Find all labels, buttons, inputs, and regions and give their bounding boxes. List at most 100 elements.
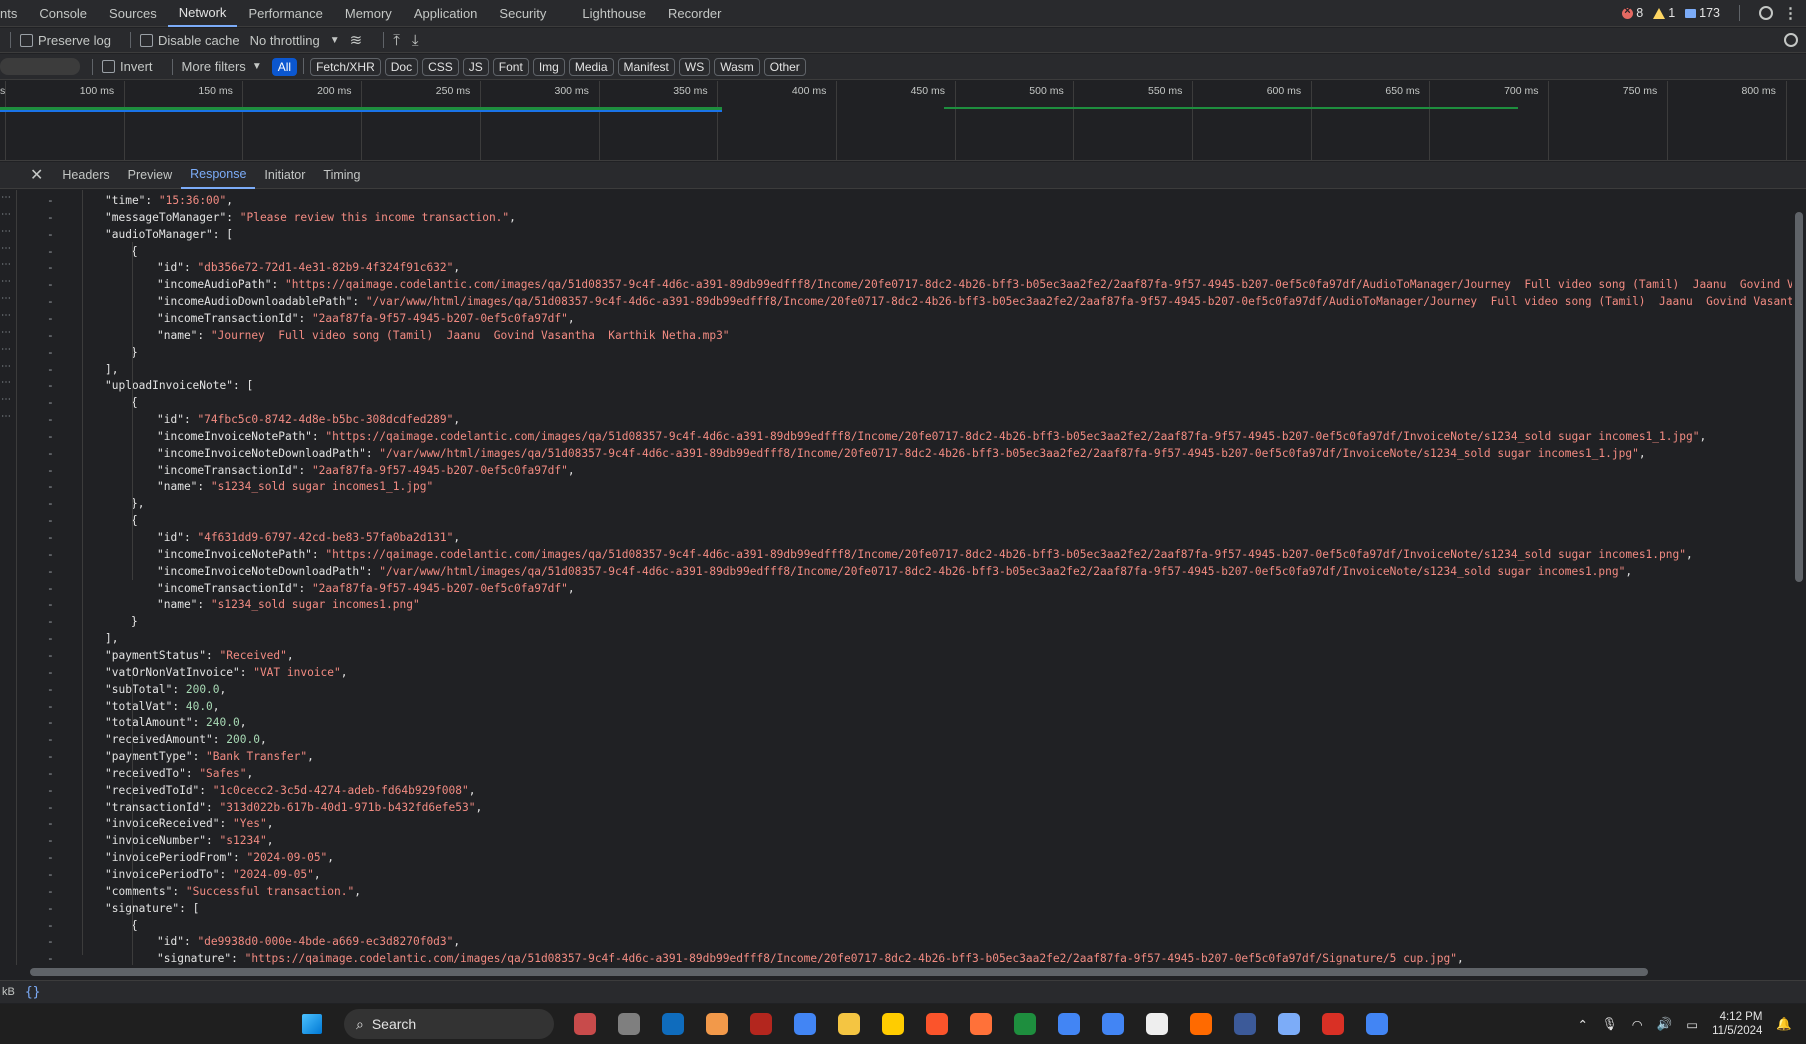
filter-input[interactable] — [0, 58, 80, 75]
preserve-log-checkbox[interactable]: Preserve log — [20, 33, 111, 48]
clock[interactable]: 4:12 PM 11/5/2024 — [1712, 1010, 1762, 1038]
vscode-icon[interactable] — [1234, 1013, 1256, 1035]
pretty-print-button[interactable]: {} — [25, 985, 41, 1000]
notification-bell-icon[interactable]: 🔔 — [1776, 1017, 1792, 1032]
messages-badge[interactable]: 173 — [1685, 6, 1720, 20]
detail-tab-timing[interactable]: Timing — [314, 162, 369, 189]
filter-chip-other[interactable]: Other — [763, 57, 806, 76]
app-icon[interactable] — [1058, 1013, 1080, 1035]
outlook-icon[interactable] — [662, 1013, 684, 1035]
chevron-up-icon[interactable]: ⌃ — [1577, 1017, 1587, 1032]
microphone-icon[interactable]: 🎙 — [1602, 1017, 1618, 1032]
tab-security[interactable]: Security — [488, 0, 557, 27]
warnings-badge[interactable]: 1 — [1653, 6, 1675, 20]
response-viewer[interactable]: ⋯ ⋯ ⋯ ⋯ ⋯ ⋯ ⋯ ⋯ ⋯ ⋯ ⋯ ⋯ ⋯ ⋯ - "time": "15:36:00", - "mes… — [0, 190, 1806, 965]
filter-chip-all[interactable]: All — [271, 57, 298, 76]
detail-tab-headers[interactable]: Headers — [53, 162, 118, 189]
vertical-scrollbar[interactable] — [1792, 190, 1806, 965]
windows-start-icon[interactable] — [302, 1014, 322, 1034]
disable-cache-checkbox[interactable]: Disable cache — [139, 33, 240, 48]
chrome-beta-icon[interactable] — [1366, 1013, 1388, 1035]
detail-tab-initiator[interactable]: Initiator — [255, 162, 314, 189]
json-key: "signature" — [105, 901, 180, 915]
meet-icon[interactable] — [1014, 1013, 1036, 1035]
json-key: "invoicePeriodTo" — [105, 868, 220, 881]
line-collapse-marker: - — [47, 581, 54, 595]
battery-icon[interactable]: ▭ — [1686, 1017, 1698, 1032]
taskbar-search[interactable]: ⌕ Search — [344, 1009, 554, 1039]
line-collapse-marker: - — [47, 261, 54, 275]
code-content: "name": "s1234_sold sugar incomes1.png" — [157, 598, 420, 612]
separator — [92, 58, 93, 75]
more-options-icon[interactable]: ⋮ — [1783, 6, 1798, 21]
tab-sources[interactable]: Sources — [98, 0, 168, 27]
code-content: "signature": "https://qaimage.codelantic… — [157, 952, 1464, 965]
json-key: "invoicePeriodFrom" — [105, 851, 233, 865]
chrome-profile-icon[interactable] — [1102, 1013, 1124, 1035]
acrobat-icon[interactable] — [1322, 1013, 1344, 1035]
wifi-icon[interactable]: ◠ — [1632, 1017, 1643, 1032]
errors-badge[interactable]: 8 — [1622, 5, 1643, 20]
filter-chip-js[interactable]: JS — [462, 57, 489, 76]
json-value: "2aaf87fa-9f57-4945-b207-0ef5c0fa97df" — [311, 463, 568, 477]
tab-performance[interactable]: Performance — [237, 0, 333, 27]
file-explorer-icon[interactable] — [838, 1013, 860, 1035]
scroll-thumb[interactable] — [30, 968, 1648, 976]
tab-nts[interactable]: nts — [0, 0, 28, 27]
tab-memory[interactable]: Memory — [334, 0, 403, 27]
horizontal-scrollbar[interactable] — [18, 965, 1790, 979]
json-value: "1c0cecc2-3c5d-4274-adeb-fd64b929f008" — [212, 783, 469, 797]
invert-checkbox[interactable]: Invert — [102, 59, 153, 74]
speaker-icon[interactable]: 🔊 — [1657, 1017, 1673, 1032]
detail-tab-response[interactable]: Response — [181, 162, 256, 189]
close-icon[interactable]: ✕ — [0, 165, 53, 185]
detail-tab-preview[interactable]: Preview — [119, 162, 181, 189]
filter-chip-doc[interactable]: Doc — [384, 57, 419, 76]
copilot-icon[interactable] — [706, 1013, 728, 1035]
scroll-thumb[interactable] — [1795, 212, 1803, 582]
jetbrains-icon[interactable] — [882, 1013, 904, 1035]
tab-lighthouse[interactable]: Lighthouse — [571, 0, 657, 27]
line-collapse-marker: - — [47, 514, 54, 528]
filter-chip-css[interactable]: CSS — [422, 57, 459, 76]
json-value: "s1234" — [219, 834, 267, 848]
filter-chip-ws[interactable]: WS — [678, 57, 711, 76]
filter-chip-media[interactable]: Media — [568, 57, 614, 76]
code-content: } — [131, 613, 138, 630]
settings-gear-icon[interactable] — [1759, 6, 1773, 20]
filter-chip-manifest[interactable]: Manifest — [617, 57, 675, 76]
export-har-icon[interactable]: ⤓ — [412, 32, 419, 49]
filter-chip-fetch-xhr[interactable]: Fetch/XHR — [310, 57, 381, 76]
json-key: "receivedToId" — [105, 783, 200, 797]
tab-recorder[interactable]: Recorder — [657, 0, 732, 27]
code-content: "audioToManager": [ — [105, 227, 234, 241]
network-settings-gear-icon[interactable] — [1784, 33, 1798, 47]
brave-icon[interactable] — [926, 1013, 948, 1035]
throttling-select[interactable]: No throttling ▼ — [250, 33, 340, 48]
tab-application[interactable]: Application — [403, 0, 489, 27]
firefox-icon[interactable] — [970, 1013, 992, 1035]
postman-icon[interactable] — [1190, 1013, 1212, 1035]
store-icon[interactable] — [574, 1013, 596, 1035]
timeline-tick-label: 150 ms — [198, 85, 233, 97]
json-value: "74fbc5c0-8742-4d8e-b5bc-308dcdfed289" — [197, 413, 454, 427]
record-icon[interactable] — [750, 1013, 772, 1035]
network-conditions-icon[interactable]: ≋ — [350, 31, 363, 49]
json-punct: , — [468, 783, 476, 797]
tab-network[interactable]: Network — [167, 0, 238, 27]
notepad-icon[interactable] — [1278, 1013, 1300, 1035]
filter-chip-img[interactable]: Img — [532, 57, 565, 76]
github-icon[interactable] — [1146, 1013, 1168, 1035]
filter-chip-font[interactable]: Font — [492, 57, 529, 76]
timeline-tick-label: 100 ms — [79, 85, 115, 97]
chrome-icon[interactable] — [794, 1013, 816, 1035]
separator — [129, 32, 131, 48]
import-har-icon[interactable]: ⤒ — [393, 32, 400, 49]
network-overview[interactable]: s 100 ms 150 ms 200 ms 250 ms 300 ms 350 ms 400… — [0, 81, 1806, 161]
tab-console[interactable]: Console — [28, 0, 98, 27]
task-view-icon[interactable] — [618, 1013, 640, 1035]
more-filters-dropdown[interactable]: More filters ▼ — [182, 59, 262, 74]
filter-chip-wasm[interactable]: Wasm — [714, 57, 760, 76]
json-punct: , — [239, 716, 247, 730]
line-collapse-marker: - — [47, 547, 54, 561]
